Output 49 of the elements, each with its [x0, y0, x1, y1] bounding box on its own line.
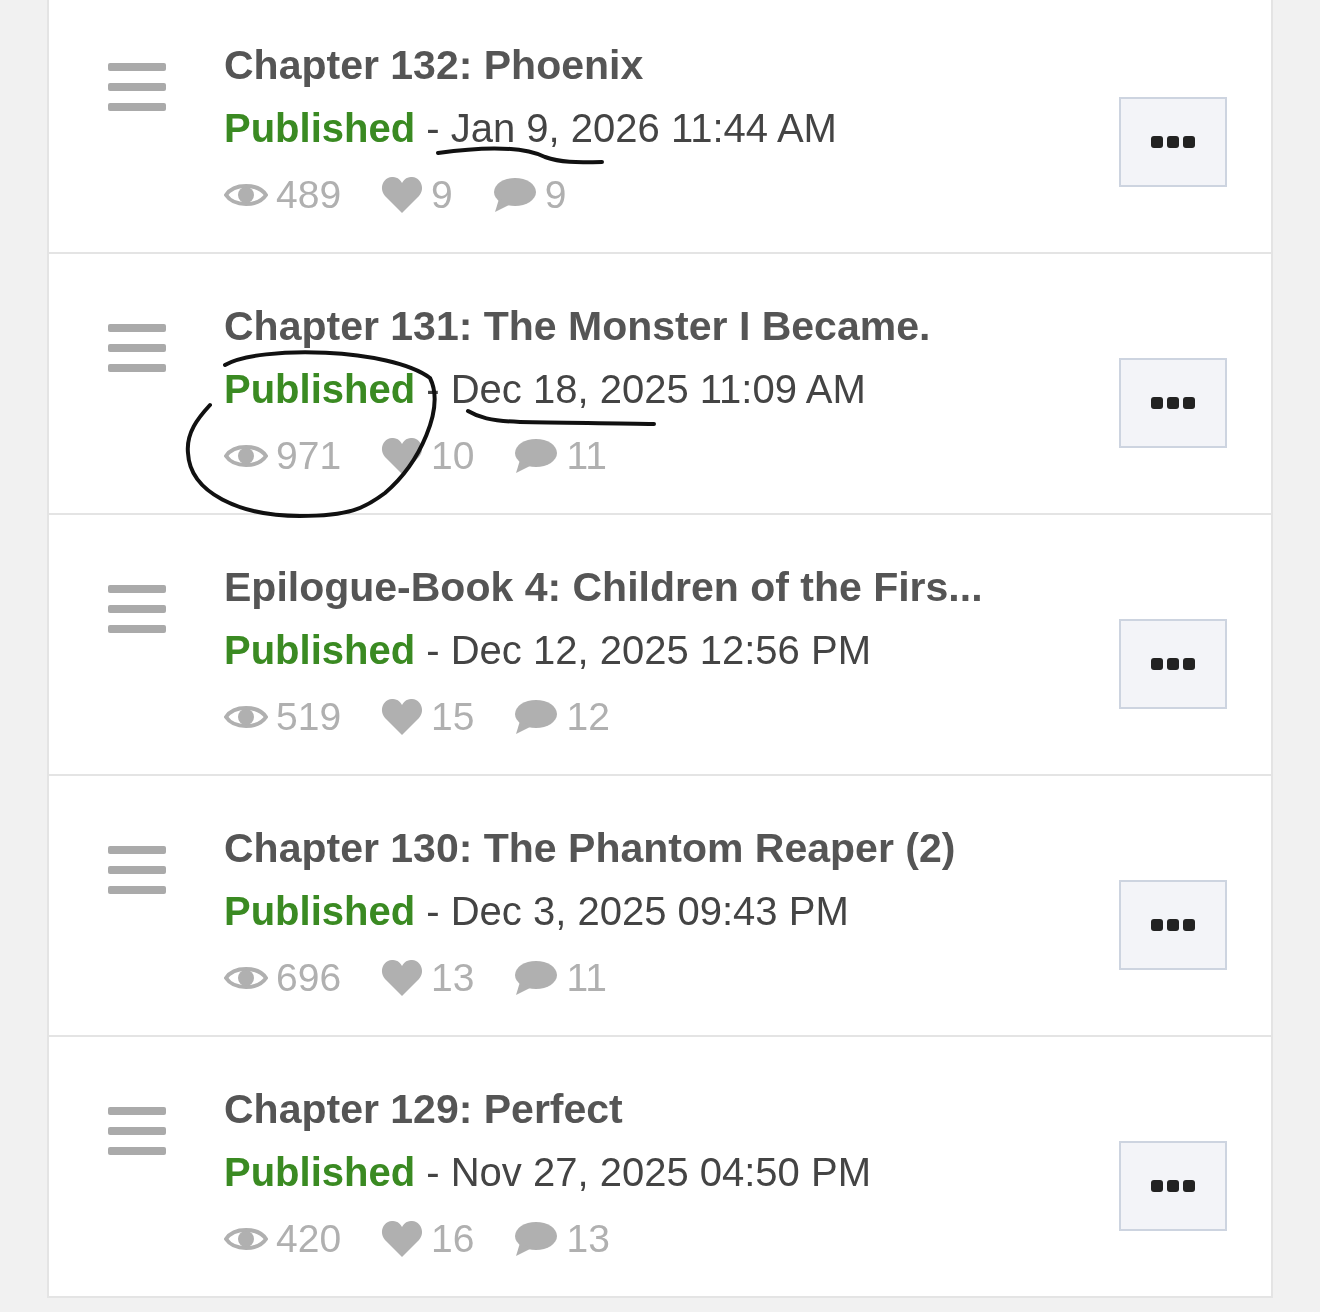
like-count: 10	[431, 434, 475, 478]
drag-handle-icon[interactable]	[108, 846, 166, 894]
more-button[interactable]	[1119, 880, 1227, 970]
heart-icon	[381, 176, 424, 214]
publish-status: Published - Nov 27, 2025 04:50 PM	[224, 1150, 871, 1194]
drag-handle-icon[interactable]	[108, 324, 166, 372]
drag-handle-icon[interactable]	[108, 63, 166, 111]
comment-icon	[514, 438, 559, 474]
drag-handle-icon[interactable]	[108, 1107, 166, 1155]
more-button[interactable]	[1119, 619, 1227, 709]
heart-icon	[381, 437, 424, 475]
more-icon	[1151, 1180, 1195, 1192]
view-count: 971	[276, 434, 342, 478]
chapter-title[interactable]: Chapter 132: Phoenix	[224, 33, 1119, 97]
like-count: 9	[431, 173, 453, 217]
chapter-title[interactable]: Epilogue-Book 4: Children of the Firs...	[224, 555, 1119, 619]
comment-icon	[514, 960, 559, 996]
publish-status: Published - Jan 9, 2026 11:44 AM	[224, 106, 837, 150]
like-count: 15	[431, 695, 475, 739]
view-count: 489	[276, 173, 342, 217]
heart-icon	[381, 1220, 424, 1258]
more-icon	[1151, 658, 1195, 670]
comment-icon	[492, 177, 537, 213]
comment-count: 9	[544, 173, 567, 217]
more-button[interactable]	[1119, 97, 1227, 187]
comment-count: 12	[566, 695, 610, 739]
like-count: 13	[431, 956, 475, 1000]
heart-icon	[381, 959, 424, 997]
heart-icon	[381, 698, 424, 736]
drag-handle-icon[interactable]	[108, 585, 166, 633]
chapter-title[interactable]: Chapter 131: The Monster I Became.	[224, 294, 1119, 358]
comment-count: 11	[566, 956, 607, 1000]
comment-count: 13	[566, 1217, 610, 1261]
publish-status: Published - Dec 3, 2025 09:43 PM	[224, 889, 849, 933]
view-count: 519	[276, 695, 342, 739]
more-icon	[1151, 397, 1195, 409]
more-button[interactable]	[1119, 1141, 1227, 1231]
chapter-title[interactable]: Chapter 130: The Phantom Reaper (2)	[224, 816, 1119, 880]
comment-icon	[514, 1221, 559, 1257]
more-icon	[1151, 919, 1195, 931]
more-button[interactable]	[1119, 358, 1227, 448]
chapter-title[interactable]: Chapter 129: Perfect	[224, 1077, 1119, 1141]
view-count: 696	[276, 956, 342, 1000]
comment-icon	[514, 699, 559, 735]
view-count: 420	[276, 1217, 342, 1261]
like-count: 16	[431, 1217, 475, 1261]
more-icon	[1151, 136, 1195, 148]
publish-status: Published - Dec 12, 2025 12:56 PM	[224, 628, 871, 672]
comment-count: 11	[566, 434, 607, 478]
